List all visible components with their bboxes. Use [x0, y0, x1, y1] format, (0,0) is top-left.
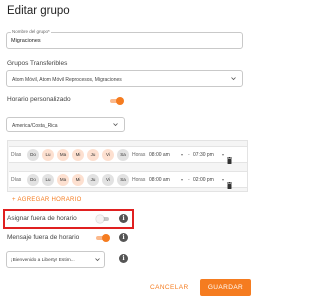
day-toggle-ju[interactable]: Ju	[87, 174, 99, 186]
start-time-select[interactable]: 08:00 am	[149, 152, 170, 158]
info-icon[interactable]: i	[119, 214, 128, 223]
hours-label: Horas	[132, 152, 146, 158]
day-toggle-do[interactable]: Do	[27, 149, 39, 161]
hours-label: Horas	[132, 177, 146, 183]
chevron-down-icon	[231, 76, 236, 81]
info-icon[interactable]: i	[119, 233, 128, 242]
day-toggle-ma[interactable]: Ma	[57, 174, 69, 186]
start-time-select[interactable]: 08:00 am	[149, 177, 170, 183]
day-toggle-mi[interactable]: Mi	[72, 174, 84, 186]
schedule-row: Días Do Lu Ma Mi Ju Vi Sa Horas 08:00 am…	[9, 146, 247, 164]
group-name-field[interactable]: Nombre del grupo* Migraciones	[6, 29, 243, 49]
day-toggle-vi[interactable]: Vi	[102, 174, 114, 186]
cancel-button[interactable]: CANCELAR	[150, 284, 189, 291]
day-toggle-mi[interactable]: Mi	[72, 149, 84, 161]
transferable-groups-label: Grupos Transferibles	[7, 60, 68, 67]
day-toggle-lu[interactable]: Lu	[42, 149, 54, 161]
caret-down-icon	[222, 154, 224, 156]
day-toggle-sa[interactable]: Sa	[117, 149, 129, 161]
chevron-down-icon	[113, 122, 118, 127]
timezone-value: America/Costa_Rica	[12, 123, 58, 129]
group-name-value: Migraciones	[11, 38, 41, 44]
out-of-hours-message-toggle[interactable]	[95, 234, 110, 242]
caret-down-icon	[222, 179, 224, 181]
day-toggle-vi[interactable]: Vi	[102, 149, 114, 161]
group-name-label: Nombre del grupo*	[11, 29, 51, 35]
caret-down-icon	[181, 154, 183, 156]
transferable-groups-select[interactable]: Atom Móvil, Atom Móvil Reprocesos, Migra…	[6, 70, 243, 87]
day-toggle-lu[interactable]: Lu	[42, 174, 54, 186]
day-toggle-ma[interactable]: Ma	[57, 149, 69, 161]
end-time-select[interactable]: 07:30 pm	[193, 152, 214, 158]
timezone-select[interactable]: America/Costa_Rica	[6, 117, 125, 132]
custom-schedule-label: Horario personalizado	[7, 96, 71, 103]
save-button[interactable]: GUARDAR	[200, 279, 251, 296]
day-toggle-ju[interactable]: Ju	[87, 149, 99, 161]
assign-out-of-hours-label: Asignar fuera de horario	[7, 215, 77, 222]
out-of-hours-message-label: Mensaje fuera de horario	[7, 234, 80, 241]
end-time-select[interactable]: 02:00 pm	[193, 177, 214, 183]
out-of-hours-message-value: ¡Bienvenido a Liberty! Estim...	[11, 258, 75, 263]
trash-icon[interactable]	[227, 151, 232, 164]
add-schedule-button[interactable]: + AGREGAR HORARIO	[12, 197, 82, 203]
day-toggle-do[interactable]: Do	[27, 174, 39, 186]
days-label: Días	[11, 152, 22, 158]
info-icon[interactable]: i	[119, 254, 128, 263]
out-of-hours-message-select[interactable]: ¡Bienvenido a Liberty! Estim...	[6, 251, 105, 268]
days-label: Días	[11, 177, 22, 183]
trash-icon[interactable]	[227, 176, 232, 189]
assign-out-of-hours-toggle[interactable]	[96, 215, 111, 223]
day-toggle-sa[interactable]: Sa	[117, 174, 129, 186]
transferable-groups-value: Atom Móvil, Atom Móvil Reprocesos, Migra…	[12, 77, 122, 83]
custom-schedule-toggle[interactable]	[109, 97, 124, 105]
schedule-row: Días Do Lu Ma Mi Ju Vi Sa Horas 08:00 am…	[9, 171, 247, 189]
chevron-down-icon	[95, 257, 100, 262]
dialog-title: Editar grupo	[7, 5, 70, 17]
caret-down-icon	[181, 179, 183, 181]
